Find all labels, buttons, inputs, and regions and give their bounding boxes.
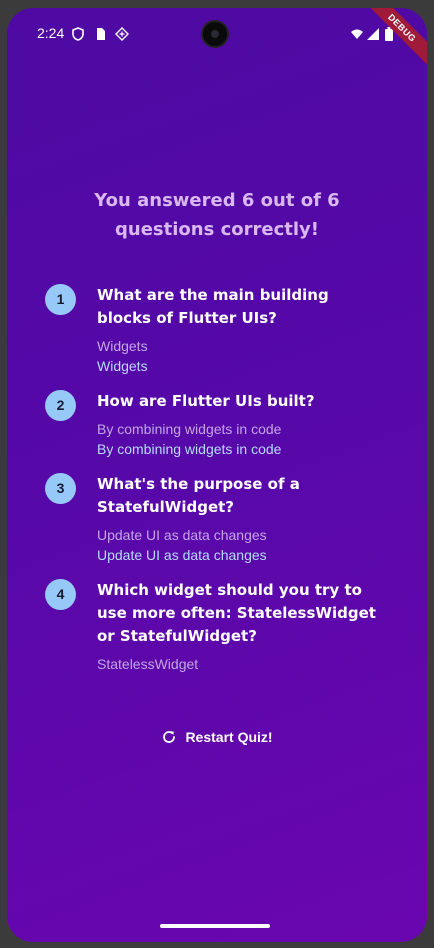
summary-item: 1 What are the main building blocks of F… (45, 284, 385, 376)
wifi-icon (350, 26, 364, 40)
device-frame: 2:24 DEBUG You answered 6 out of 6 quest… (0, 0, 434, 948)
refresh-icon (161, 729, 177, 745)
result-title: You answered 6 out of 6 questions correc… (94, 190, 340, 240)
correct-answer: Update UI as data changes (97, 547, 267, 563)
correct-answer: By combining widgets in code (97, 441, 282, 457)
correct-answer: Widgets (97, 358, 148, 374)
summary-item: 4 Which widget should you try to use mor… (45, 579, 385, 674)
question-index-badge: 4 (45, 579, 76, 610)
data-saver-icon (115, 26, 129, 41)
front-camera (203, 22, 227, 46)
question-text: How are Flutter UIs built? (97, 392, 315, 410)
questions-summary: 1 What are the main building blocks of F… (45, 284, 385, 688)
status-bar: 2:24 DEBUG (7, 8, 427, 73)
question-index-badge: 2 (45, 390, 76, 421)
user-answer: By combining widgets in code (97, 421, 282, 437)
signal-icon (366, 26, 380, 40)
question-text: What are the main building blocks of Flu… (97, 286, 329, 327)
vpn-shield-icon (71, 26, 85, 41)
question-text: What's the purpose of a StatefulWidget? (97, 475, 300, 516)
user-answer: StatelessWidget (97, 656, 199, 672)
status-time: 2:24 (37, 25, 65, 41)
restart-quiz-button[interactable]: Restart Quiz! (147, 722, 287, 752)
user-answer: Update UI as data changes (97, 527, 267, 543)
question-text: Which widget should you try to use more … (97, 581, 376, 645)
sim-card-icon (93, 26, 107, 40)
question-index-badge: 1 (45, 284, 76, 315)
app-screen: 2:24 DEBUG You answered 6 out of 6 quest… (7, 8, 427, 942)
user-answer: Widgets (97, 338, 148, 354)
restart-quiz-label: Restart Quiz! (185, 729, 273, 745)
home-gesture-bar[interactable] (160, 924, 270, 928)
summary-item: 2 How are Flutter UIs built? By combinin… (45, 390, 385, 459)
summary-item: 3 What's the purpose of a StatefulWidget… (45, 473, 385, 565)
question-index-badge: 3 (45, 473, 76, 504)
